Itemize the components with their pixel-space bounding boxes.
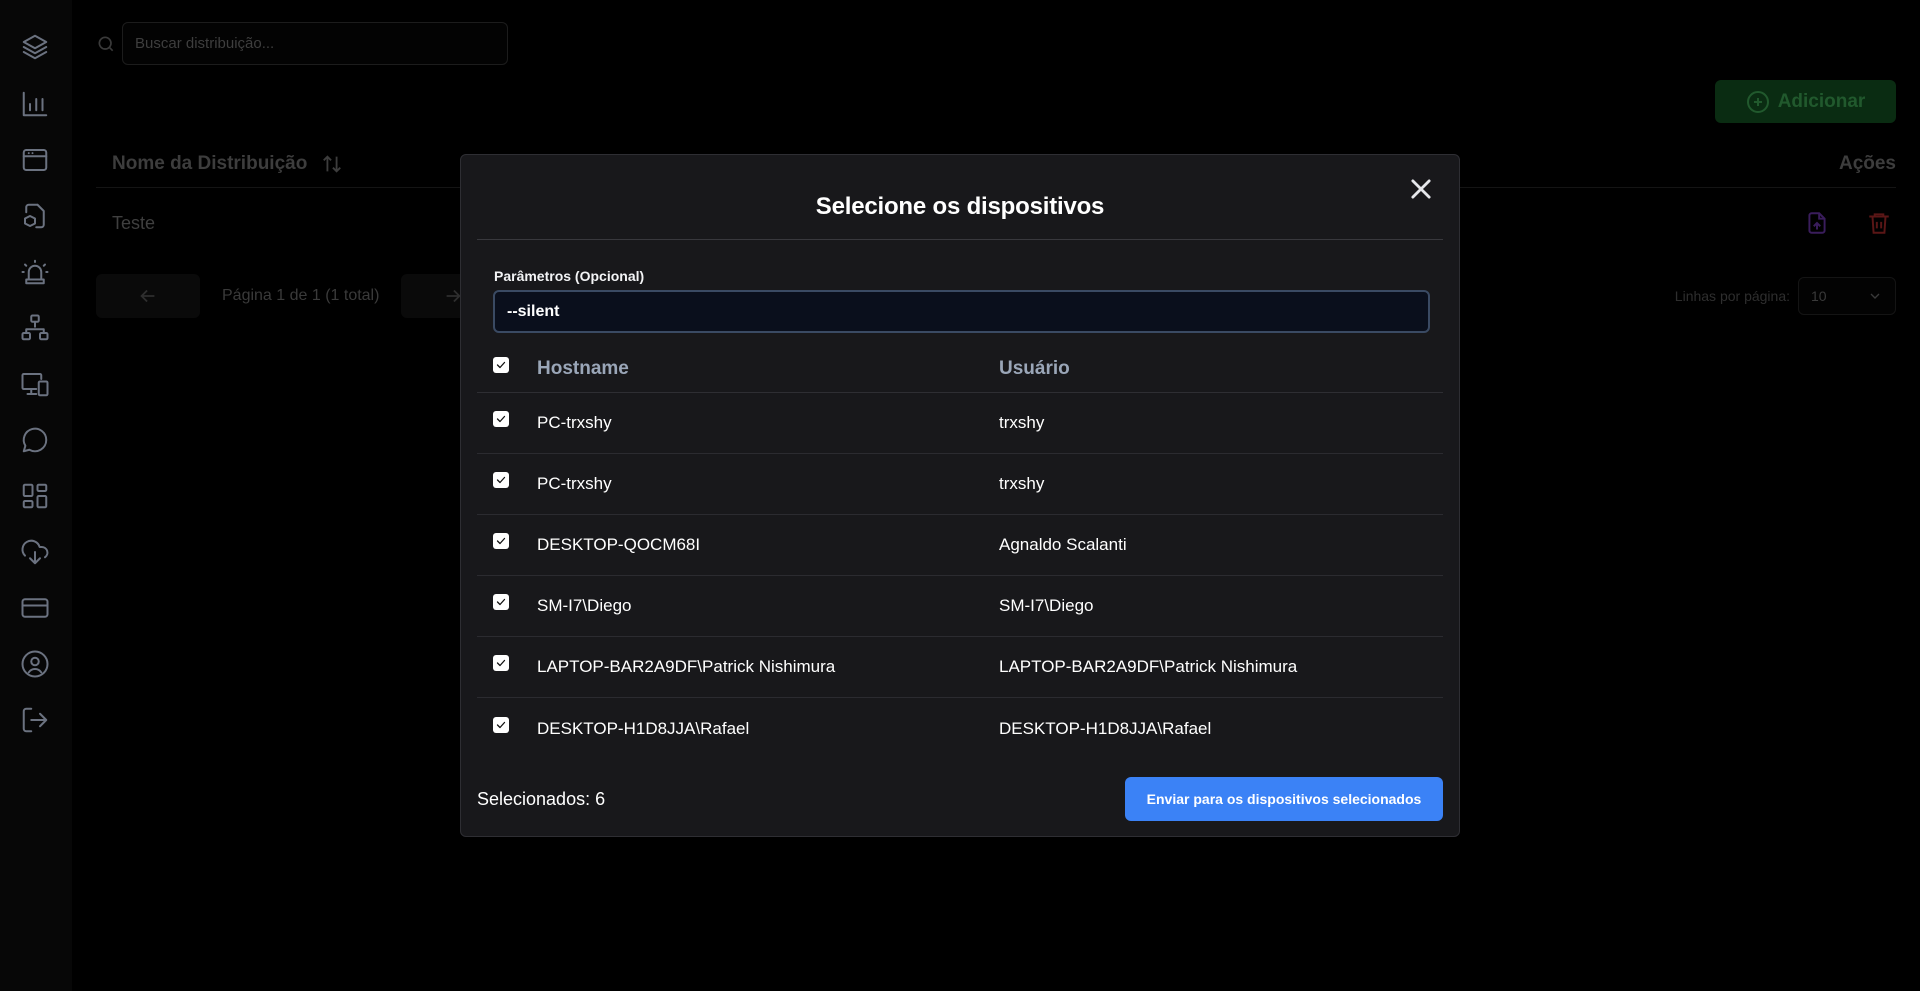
rows-per-page-select[interactable]: 10 [1798,277,1896,315]
column-header-user: Usuário [999,357,1070,379]
modal-divider [477,239,1443,240]
column-header-name-label: Nome da Distribuição [112,152,308,174]
device-checkbox[interactable] [493,533,509,549]
device-hostname: DESKTOP-H1D8JJA\Rafael [537,718,750,738]
device-user: LAPTOP-BAR2A9DF\Patrick Nishimura [999,657,1298,676]
search-input[interactable] [122,22,508,65]
device-user: SM-I7\Diego [999,596,1094,615]
device-user: trxshy [999,413,1045,432]
device-hostname: PC-trxshy [537,474,612,493]
device-hostname: LAPTOP-BAR2A9DF\Patrick Nishimura [537,657,836,676]
add-button-label: Adicionar [1777,90,1866,112]
monitor-devices-icon[interactable] [18,367,52,401]
device-checkbox[interactable] [493,716,509,733]
chevron-down-icon [1870,293,1880,299]
device-hostname: DESKTOP-QOCM68I [537,535,701,554]
row-actions [1804,210,1892,236]
check-icon [496,659,506,667]
user-circle-icon[interactable] [18,647,52,681]
network-tree-icon[interactable] [18,311,52,345]
devices-table: Hostname Usuário PC-trxshy trxshy PC-trx… [477,345,1443,759]
modal-title: Selecione os dispositivos [815,193,1105,220]
distribution-name: Teste [112,212,156,233]
check-icon [496,721,506,728]
package-download-icon[interactable] [18,199,52,233]
trash-icon[interactable] [1866,210,1892,236]
browser-window-icon[interactable] [18,143,52,177]
sort-icon[interactable] [321,153,343,175]
device-user: Agnaldo Scalanti [999,535,1127,554]
siren-alert-icon[interactable] [18,255,52,289]
cloud-download-icon[interactable] [18,535,52,569]
check-icon [496,476,506,484]
devices-table-header: Hostname Usuário [477,345,1443,393]
page-info: Página 1 de 1 (1 total) [222,287,380,304]
rows-per-page: Linhas por página: 10 [1675,277,1896,315]
select-all-checkbox[interactable] [493,356,509,373]
search-icon [96,34,116,54]
device-hostname: PC-trxshy [537,413,612,432]
check-icon [496,415,506,423]
device-row[interactable]: LAPTOP-BAR2A9DF\Patrick Nishimura LAPTOP… [477,637,1443,698]
device-checkbox[interactable] [493,594,509,610]
send-to-devices-button[interactable]: Enviar para os dispositivos selecionados [1125,777,1443,821]
device-checkbox[interactable] [493,411,509,427]
device-row[interactable]: PC-trxshy trxshy [477,393,1443,454]
device-row[interactable]: SM-I7\Diego SM-I7\Diego [477,576,1443,637]
check-icon [496,361,506,368]
column-header-actions: Ações [1838,152,1896,174]
pagination: Página 1 de 1 (1 total) [96,274,506,318]
device-user: DESKTOP-H1D8JJA\Rafael [999,718,1212,738]
credit-card-icon[interactable] [18,591,52,625]
column-header-name[interactable]: Nome da Distribuição [96,153,343,175]
parameters-label: Parâmetros (Opcional) [494,268,645,284]
arrow-left-icon [140,289,155,303]
device-hostname: SM-I7\Diego [537,596,632,615]
chat-bubble-icon[interactable] [18,423,52,457]
select-devices-modal: Selecione os dispositivos Parâmetros (Op… [460,154,1460,837]
rows-per-page-label: Linhas por página: [1674,288,1790,304]
bar-chart-icon[interactable] [18,87,52,121]
selected-count: Selecionados: 6 [477,789,606,809]
add-button[interactable]: Adicionar [1715,80,1896,123]
layers-icon[interactable] [18,30,52,64]
check-icon [496,598,506,606]
search-bar [96,22,508,65]
logout-icon[interactable] [18,703,52,737]
device-row[interactable]: DESKTOP-H1D8JJA\Rafael DESKTOP-H1D8JJA\R… [477,698,1443,759]
check-icon [496,537,506,545]
device-row[interactable]: PC-trxshy trxshy [477,454,1443,515]
parameters-input[interactable] [493,290,1430,333]
file-upload-icon[interactable] [1804,210,1830,236]
column-header-hostname: Hostname [537,357,629,379]
dashboard-grid-icon[interactable] [18,479,52,513]
device-user: trxshy [999,474,1045,493]
plus-circle-icon [1746,90,1769,113]
prev-page-button[interactable] [96,274,200,318]
device-checkbox[interactable] [493,472,509,488]
rows-per-page-value: 10 [1811,288,1827,304]
device-checkbox[interactable] [493,655,509,671]
device-row[interactable]: DESKTOP-QOCM68I Agnaldo Scalanti [477,515,1443,576]
sidebar [0,0,72,991]
